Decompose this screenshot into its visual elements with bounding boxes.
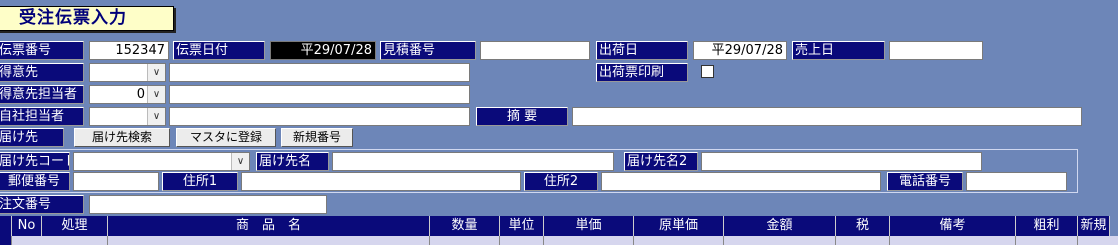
row-suryo-cell[interactable] bbox=[430, 236, 500, 245]
tokuisaki-label: 得意先 bbox=[0, 63, 84, 82]
todoke-name1-label: 届け先名 bbox=[256, 152, 329, 171]
tel-field[interactable] bbox=[966, 172, 1067, 191]
mitsumori-label-text: 見積番号 bbox=[383, 43, 436, 58]
denpyo-date-label: 伝票日付 bbox=[173, 41, 265, 60]
todoke-name2-label: 届け先名2 bbox=[624, 152, 698, 171]
col-shohin: 商 品 名 bbox=[108, 216, 430, 236]
todoke-name2-field[interactable] bbox=[701, 152, 982, 171]
chevron-down-icon[interactable]: ∨ bbox=[147, 64, 165, 81]
uriage-date-label: 売上日 bbox=[792, 41, 885, 60]
mitsumori-label: 見積番号 bbox=[380, 41, 476, 60]
todoke-search-button[interactable]: 届け先検索 bbox=[74, 128, 170, 147]
col-gentanka: 原単価 bbox=[634, 216, 724, 236]
row-arari-cell[interactable] bbox=[1016, 236, 1078, 245]
addr2-field[interactable] bbox=[601, 172, 881, 191]
col-biko: 備考 bbox=[890, 216, 1016, 236]
tokuisaki-name-field[interactable] bbox=[169, 63, 470, 82]
zip-label: 郵便番号 bbox=[0, 172, 70, 191]
new-number-button[interactable]: 新規番号 bbox=[281, 128, 353, 147]
col-kingaku: 金額 bbox=[724, 216, 836, 236]
row-tanka-cell[interactable] bbox=[544, 236, 634, 245]
shukka-date-label: 出荷日 bbox=[596, 41, 688, 60]
row-gentanka-cell[interactable] bbox=[634, 236, 724, 245]
tel-label: 電話番号 bbox=[887, 172, 963, 191]
row-selector[interactable] bbox=[0, 236, 12, 245]
col-no: No bbox=[12, 216, 42, 236]
tantou-combo[interactable]: 0 ∨ bbox=[89, 85, 166, 104]
jisha-tantou-label: 自社担当者 bbox=[0, 107, 84, 126]
table-row[interactable] bbox=[0, 236, 1118, 245]
denpyo-no-field[interactable]: 152347 bbox=[89, 41, 169, 60]
todoke-name1-field[interactable] bbox=[332, 152, 614, 171]
master-register-button[interactable]: マスタに登録 bbox=[176, 128, 276, 147]
chumon-field[interactable] bbox=[89, 195, 327, 214]
todoke-code-combo[interactable]: ∨ bbox=[73, 152, 250, 171]
chevron-down-icon[interactable]: ∨ bbox=[147, 86, 165, 103]
jisha-tantou-name-field[interactable] bbox=[169, 107, 470, 126]
row-zei-cell[interactable] bbox=[836, 236, 890, 245]
page-title: 受注伝票入力 bbox=[0, 6, 174, 31]
todoke-code-label: 届け先コード bbox=[0, 152, 70, 171]
todoke-label: 届け先 bbox=[0, 128, 64, 147]
tokuisaki-combo[interactable]: ∨ bbox=[89, 63, 166, 82]
col-zei: 税 bbox=[836, 216, 890, 236]
col-tanka: 単価 bbox=[544, 216, 634, 236]
grid-corner bbox=[0, 216, 12, 236]
tekiyou-field[interactable] bbox=[572, 107, 1082, 126]
jisha-tantou-combo[interactable]: ∨ bbox=[89, 107, 166, 126]
denpyo-date-field[interactable]: 平29/07/28 bbox=[270, 41, 376, 60]
col-shinki: 新規 bbox=[1078, 216, 1110, 236]
shukka-date-field[interactable]: 平29/07/28 bbox=[693, 41, 787, 60]
col-shori: 処理 bbox=[42, 216, 108, 236]
uriage-date-field[interactable] bbox=[889, 41, 983, 60]
zip-field[interactable] bbox=[73, 172, 159, 191]
shukka-print-label: 出荷票印刷 bbox=[596, 63, 688, 82]
col-tani: 単位 bbox=[500, 216, 544, 236]
row-biko-cell[interactable] bbox=[890, 236, 1016, 245]
mitsumori-field[interactable] bbox=[480, 41, 590, 60]
chumon-label: 注文番号 bbox=[0, 195, 84, 214]
tekiyou-label: 摘 要 bbox=[476, 107, 568, 126]
chevron-down-icon[interactable]: ∨ bbox=[147, 108, 165, 125]
row-kingaku-cell[interactable] bbox=[724, 236, 836, 245]
shukka-print-checkbox[interactable] bbox=[701, 65, 714, 78]
addr1-label: 住所1 bbox=[162, 172, 238, 191]
row-shohin-cell[interactable] bbox=[108, 236, 430, 245]
row-shori-cell[interactable] bbox=[42, 236, 108, 245]
grid-header: No 処理 商 品 名 数量 単位 単価 原単価 金額 税 備考 粗利 新規 bbox=[0, 216, 1118, 236]
addr1-field[interactable] bbox=[241, 172, 521, 191]
addr2-label: 住所2 bbox=[524, 172, 598, 191]
denpyo-no-label: 伝票番号 bbox=[0, 41, 84, 60]
chevron-down-icon[interactable]: ∨ bbox=[231, 153, 249, 170]
tantou-value: 0 bbox=[136, 87, 145, 102]
col-suryo: 数量 bbox=[430, 216, 500, 236]
row-tani-cell[interactable] bbox=[500, 236, 544, 245]
tantou-name-field[interactable] bbox=[169, 85, 470, 104]
tantou-label: 得意先担当者 bbox=[0, 85, 84, 104]
col-arari: 粗利 bbox=[1016, 216, 1078, 236]
